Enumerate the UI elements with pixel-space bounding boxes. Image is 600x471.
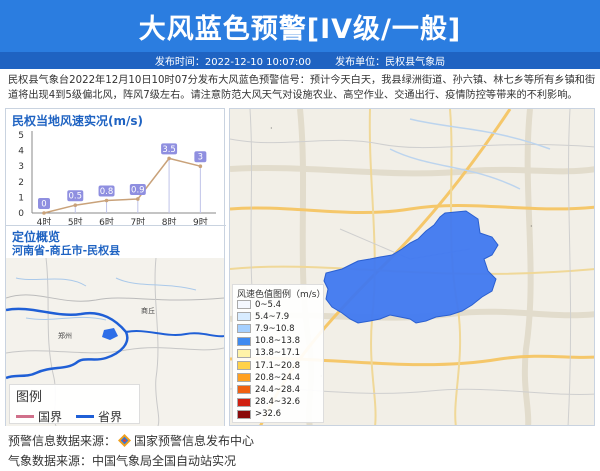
wind-legend-label: 17.1~20.8	[255, 360, 300, 371]
wind-legend-item: >32.6	[237, 409, 281, 420]
wind-data-point	[167, 156, 171, 161]
footer-weather-source: 气象数据来源：中国气象局全国自动站实况	[8, 452, 236, 469]
data-label: 0.8	[100, 187, 114, 197]
x-tick-label: 4时	[37, 216, 52, 228]
panel-divider	[6, 225, 226, 226]
wind-legend-item: 7.9~10.8	[237, 323, 295, 334]
warning-source-name: 国家预警信息发布中心	[134, 434, 255, 448]
publish-unit: 发布单位：民权县气象局	[335, 57, 446, 68]
wind-legend-label: >32.6	[255, 409, 282, 420]
y-tick-label: 2	[18, 178, 24, 188]
wind-legend-label: 20.8~24.4	[255, 372, 300, 383]
wind-color-legend: 风速色值图例（m/s） 0~5.4 5.4~7.9 7.9~10.8 10.8~13.…	[232, 284, 326, 423]
wind-legend-label: 10.8~13.8	[255, 336, 300, 347]
wind-legend-swatch	[237, 348, 251, 358]
y-tick-label: 3	[18, 162, 24, 172]
y-tick-label: 4	[18, 147, 24, 157]
warning-center-logo-icon	[118, 434, 132, 447]
wind-legend-label: 13.8~17.1	[255, 348, 300, 359]
wind-data-point	[104, 198, 109, 203]
wind-legend-item: 10.8~13.8	[237, 336, 300, 347]
wind-speed-chart: 0 1 2 3 4 5 4时 5时 6时 7时 8时 9时 0 0.5 0.8 0.9 3.5 3	[18, 131, 216, 228]
x-tick-label: 5时	[68, 216, 83, 228]
wind-legend-label: 0~5.4	[255, 299, 282, 310]
wind-legend-swatch	[237, 409, 251, 419]
svg-text:·: ·	[530, 222, 533, 231]
svg-text:·: ·	[270, 124, 273, 133]
wind-series-line	[43, 157, 201, 214]
wind-legend-item: 5.4~7.9	[237, 311, 289, 322]
wind-legend-label: 7.9~10.8	[255, 323, 295, 334]
province-border-line-icon	[76, 415, 94, 418]
data-label: 3.5	[162, 145, 176, 155]
wind-legend-swatch	[237, 385, 251, 395]
location-legend-title: 图例	[16, 390, 43, 405]
legend-label: 省界	[98, 410, 123, 424]
publish-info-bar: 发布时间：2022-12-10 10:07:00 发布单位：民权县气象局	[0, 52, 600, 69]
wind-legend-swatch	[237, 300, 251, 309]
wind-legend-swatch	[237, 336, 251, 346]
wind-data-point	[73, 203, 78, 207]
wind-legend-item: 28.4~32.6	[237, 397, 300, 408]
wind-legend-item: 24.4~28.4	[237, 384, 300, 395]
data-label: 3	[198, 153, 203, 163]
wind-legend-swatch	[237, 324, 251, 334]
y-tick-label: 0	[18, 209, 24, 219]
data-label: 0.5	[69, 192, 83, 202]
location-legend: 图例 国界 省界	[9, 384, 140, 424]
wind-data-point	[42, 211, 46, 215]
data-label: 0.9	[131, 185, 145, 195]
location-region: 河南省-商丘市-民权县	[12, 244, 121, 257]
wind-legend-item: 0~5.4	[237, 299, 281, 310]
warning-description: 民权县气象台2022年12月10日10时07分发布大风蓝色预警信号：预计今天白天…	[8, 75, 596, 101]
wind-legend-swatch	[237, 361, 251, 370]
legend-label: 国界	[38, 410, 63, 424]
weather-source-text: 气象数据来源：中国气象局全国自动站实况	[8, 454, 237, 468]
svg-text:商丘: 商丘	[141, 306, 155, 315]
legend-item-national-border: 国界	[16, 408, 62, 425]
x-tick-label: 6时	[99, 216, 114, 228]
x-tick-label: 7时	[130, 216, 145, 228]
left-panel: 民权当地风速实况(m/s) 0 1 2 3 4 5 4时 5时 6时 7时 8时 9时 0 0.5 0.8 0…	[5, 108, 226, 426]
legend-item-province-border: 省界	[76, 408, 122, 425]
wind-legend-label: 28.4~32.6	[255, 397, 300, 408]
y-tick-label: 1	[18, 193, 24, 203]
x-tick-label: 9时	[193, 216, 208, 228]
national-border-line-icon	[16, 415, 34, 418]
footer-warning-source: 预警信息数据来源： 国家预警信息发布中心	[8, 432, 254, 449]
svg-text:郑州: 郑州	[58, 332, 72, 340]
wind-data-point	[136, 197, 140, 201]
wind-legend-swatch	[237, 312, 251, 322]
wind-legend-item: 13.8~17.1	[237, 348, 300, 359]
data-label: 0	[41, 200, 46, 210]
wind-legend-swatch	[237, 397, 251, 407]
wind-legend-item: 17.1~20.8	[237, 360, 300, 371]
wind-legend-label: 24.4~28.4	[255, 384, 300, 395]
warning-title: 大风蓝色预警[IV级/一般]	[138, 13, 462, 45]
wind-legend-label: 5.4~7.9	[255, 311, 290, 322]
wind-legend-swatch	[237, 373, 251, 383]
y-tick-label: 5	[18, 131, 24, 141]
wind-legend-item: 20.8~24.4	[237, 372, 300, 383]
page-header: 大风蓝色预警[IV级/一般]	[0, 0, 600, 52]
wind-data-point	[198, 164, 203, 168]
x-tick-label: 8时	[162, 216, 177, 228]
publish-time: 发布时间：2022-12-10 10:07:00	[154, 57, 312, 68]
warning-source-prefix: 预警信息数据来源：	[8, 434, 117, 448]
